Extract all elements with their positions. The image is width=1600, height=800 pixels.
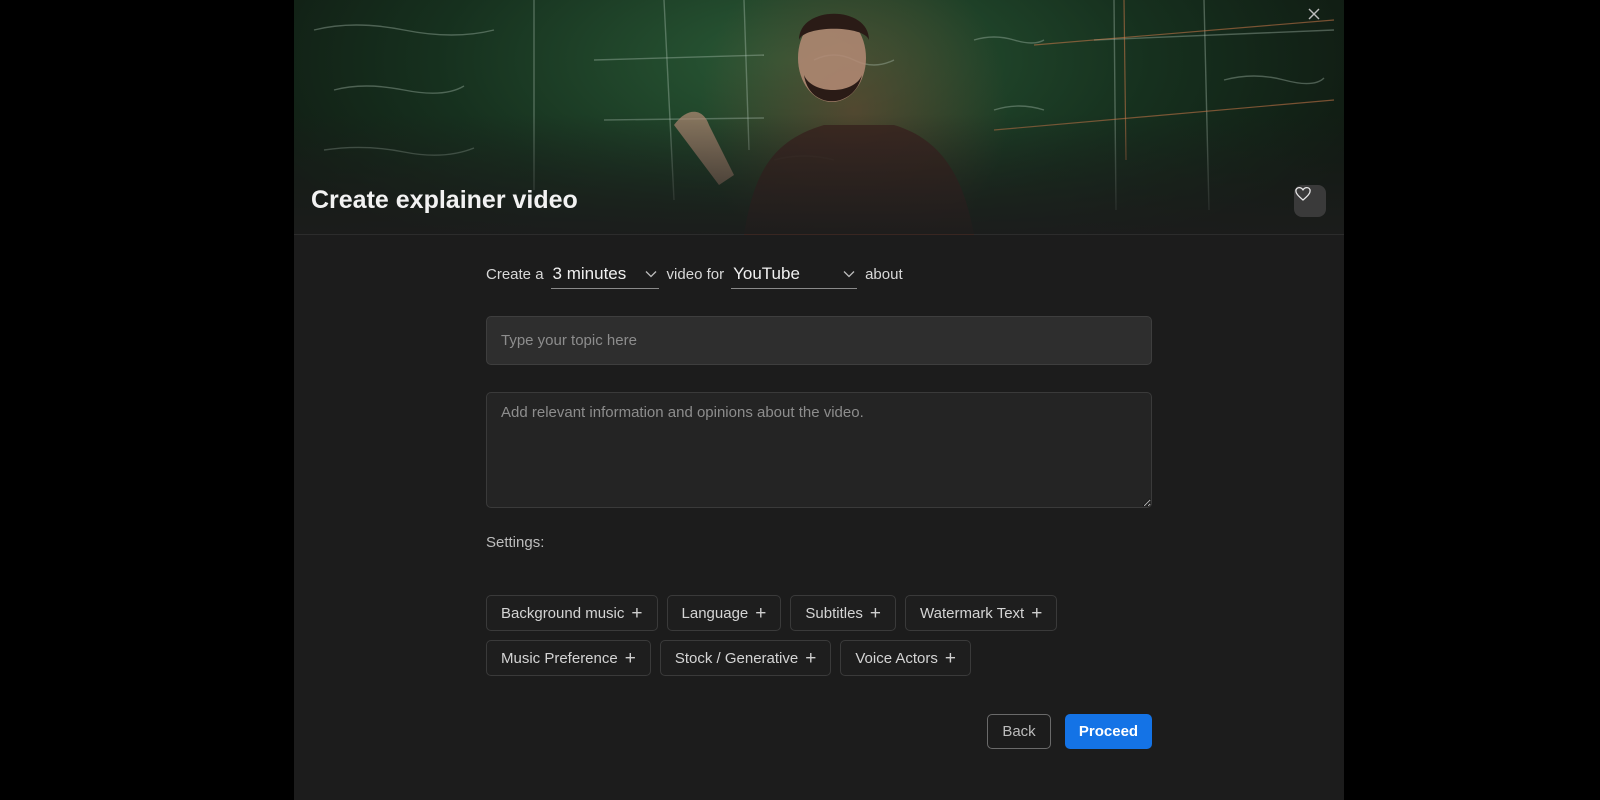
chip-watermark-text[interactable]: Watermark Text + [905,595,1058,631]
chip-voice-actors[interactable]: Voice Actors + [840,640,971,676]
settings-label: Settings: [486,534,545,551]
chip-music-preference[interactable]: Music Preference + [486,640,651,676]
settings-chips-row-1: Background music + Language + Subtitles … [486,595,1058,631]
hero-banner: Create explainer video [294,0,1344,235]
plus-icon: + [631,602,643,624]
plus-icon: + [1031,602,1043,624]
chip-label: Voice Actors [855,649,938,667]
chip-label: Background music [501,604,625,622]
plus-icon: + [624,647,636,669]
settings-chips-row-2: Music Preference + Stock / Generative + … [486,640,971,676]
sentence-middle: video for [666,265,725,283]
video-spec-sentence: Create a 3 minutes video for YouTube abo… [486,258,1152,290]
plus-icon: + [869,602,882,624]
plus-icon: + [805,647,817,669]
duration-value: 3 minutes [552,263,627,283]
form-actions: Back Proceed [987,714,1152,749]
heart-icon [1295,186,1311,201]
form-content: Create a 3 minutes video for YouTube abo… [486,258,1152,749]
create-video-modal: Create explainer video Create a 3 minute… [294,0,1344,800]
chip-background-music[interactable]: Background music + [486,595,658,631]
chip-label: Music Preference [501,649,618,667]
platform-value: YouTube [733,263,800,283]
chip-subtitles[interactable]: Subtitles + [790,595,897,631]
chip-language[interactable]: Language + [666,595,782,631]
sentence-prefix: Create a [486,265,544,283]
page-title: Create explainer video [311,186,578,214]
back-button[interactable]: Back [987,714,1051,749]
chip-label: Subtitles [805,604,863,622]
platform-dropdown[interactable]: YouTube [731,259,858,289]
chip-label: Watermark Text [920,604,1025,622]
close-button[interactable] [1308,8,1330,30]
close-icon [1308,8,1320,20]
chevron-down-icon [843,270,855,277]
info-textarea[interactable] [486,392,1152,508]
chip-label: Stock / Generative [674,649,799,667]
duration-dropdown[interactable]: 3 minutes [550,259,659,289]
chevron-down-icon [645,270,657,277]
proceed-button[interactable]: Proceed [1065,714,1152,749]
plus-icon: + [755,602,767,624]
sentence-suffix: about [865,265,903,283]
chip-label: Language [681,604,749,622]
topic-input[interactable] [486,316,1152,365]
favorite-button[interactable] [1294,185,1326,217]
chip-stock-generative[interactable]: Stock / Generative + [659,640,832,676]
hero-fade [294,114,1344,234]
plus-icon: + [944,647,956,669]
